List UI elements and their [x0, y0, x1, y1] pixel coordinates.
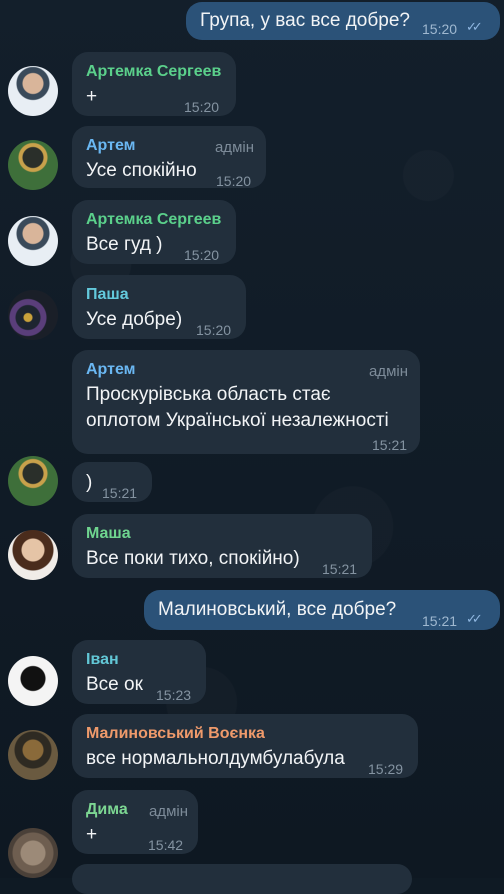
sender-name[interactable]: Дима	[86, 797, 128, 823]
message-text: Усе спокійно	[86, 160, 197, 181]
sender-name[interactable]: Іван	[86, 647, 119, 673]
message-text: )	[86, 472, 93, 493]
admin-badge: адмін	[368, 363, 408, 380]
admin-badge: адмін	[214, 139, 254, 156]
incoming-message[interactable]: Артемка Сергеев Все гуд ) 15:20	[72, 200, 236, 264]
avatar[interactable]	[8, 828, 58, 878]
message-time: 15:29	[368, 761, 404, 777]
avatar[interactable]	[8, 140, 58, 190]
message-text-line: оплотом Української незалежності	[86, 410, 389, 431]
message-time: 15:23	[156, 687, 192, 703]
sender-name[interactable]: Маша	[86, 521, 131, 547]
message-text: +	[86, 86, 98, 107]
message-text: Група, у вас все добре?	[200, 10, 410, 31]
sender-name[interactable]: Паша	[86, 282, 129, 308]
message-time: 15:20	[216, 173, 252, 189]
message-text-line: Проскурівська область стає	[86, 384, 331, 405]
outgoing-message[interactable]: Малиновський, все добре? 15:21 ✓✓	[144, 590, 500, 630]
avatar[interactable]	[8, 656, 58, 706]
double-check-icon: ✓✓	[466, 19, 483, 34]
outgoing-message[interactable]: Група, у вас все добре? 15:20 ✓✓	[186, 2, 500, 40]
incoming-message[interactable]: Іван Все ок 15:23	[72, 640, 206, 704]
incoming-message-partial[interactable]	[72, 864, 412, 894]
message-text: +	[86, 824, 98, 845]
sender-name[interactable]: Артем	[86, 133, 135, 159]
sender-name[interactable]: Малиновський Воєнка	[86, 721, 265, 747]
message-text: Все ок	[86, 674, 143, 695]
message-time: 15:21	[322, 561, 358, 577]
avatar[interactable]	[8, 530, 58, 580]
incoming-message[interactable]: Маша Все поки тихо, спокійно) 15:21	[72, 514, 372, 578]
message-time: 15:21	[102, 485, 138, 501]
sender-name[interactable]: Артемка Сергеев	[86, 59, 221, 85]
message-text: Все гуд )	[86, 234, 163, 255]
message-text: Все поки тихо, спокійно)	[86, 548, 300, 569]
sender-name[interactable]: Артемка Сергеев	[86, 207, 221, 233]
avatar[interactable]	[8, 290, 58, 340]
avatar[interactable]	[8, 66, 58, 116]
avatar[interactable]	[8, 216, 58, 266]
message-time: 15:20	[184, 99, 220, 115]
message-time: 15:20	[422, 21, 458, 37]
avatar[interactable]	[8, 730, 58, 780]
incoming-message[interactable]: Артемка Сергеев + 15:20	[72, 52, 236, 116]
message-text: Усе добре)	[86, 309, 183, 330]
avatar[interactable]	[8, 456, 58, 506]
incoming-message[interactable]: Артем адмін Усе спокійно 15:20	[72, 126, 266, 189]
double-check-icon: ✓✓	[466, 611, 483, 626]
sender-name[interactable]: Артем	[86, 357, 135, 383]
incoming-message[interactable]: Артем адмін Проскурівська область стає о…	[72, 350, 420, 454]
message-time: 15:21	[372, 437, 408, 453]
incoming-message[interactable]: ) 15:21	[72, 462, 152, 502]
incoming-message[interactable]: Паша Усе добре) 15:20	[72, 275, 246, 339]
incoming-message[interactable]: Дима адмін + 15:42	[72, 790, 198, 854]
message-time: 15:21	[422, 613, 458, 629]
message-text: все нормальнолдумбулабула	[86, 748, 345, 769]
message-text: Малиновський, все добре?	[158, 599, 397, 620]
message-time: 15:20	[184, 247, 220, 263]
admin-badge: адмін	[148, 803, 188, 820]
message-time: 15:20	[196, 322, 232, 338]
incoming-message[interactable]: Малиновський Воєнка все нормальнолдумбул…	[72, 714, 418, 778]
message-time: 15:42	[148, 837, 184, 853]
